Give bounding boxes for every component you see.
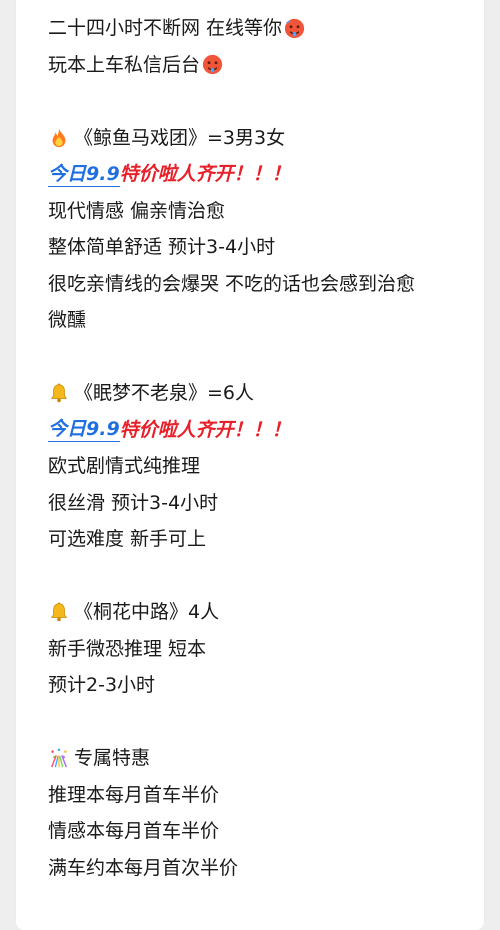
script1-promo-price: 今日9.9: [48, 162, 120, 187]
script3-title: 《桐花中路》4人: [74, 601, 220, 623]
script1-desc-3: 很吃亲情线的会爆哭 不吃的话也会感到治愈: [48, 272, 416, 295]
script2-desc-2: 很丝滑 预计3-4小时: [48, 491, 219, 514]
script2-desc-3: 可选难度 新手可上: [48, 528, 207, 550]
script3-desc-1: 新手微恐推理 短本: [48, 637, 207, 660]
script3-desc-2: 预计2-3小时: [48, 674, 156, 696]
confetti-icon: [50, 748, 68, 768]
script1-desc-1: 现代情感 偏亲情治愈: [48, 199, 226, 222]
script3-title-line: 《桐花中路》4人: [48, 594, 488, 631]
intro-line-1: 二十四小时不断网 在线等你: [48, 10, 488, 47]
hot-face-emoji-icon: [284, 18, 305, 38]
intro-line-2: 玩本上车私信后台: [48, 47, 488, 84]
script1-promo: 今日9.9 特价啦人齐开！！！: [48, 156, 488, 193]
script1-title-line: 《鲸鱼马戏团》=3男3女: [48, 120, 488, 157]
script2-promo-text: 特价啦人齐开！！！: [119, 418, 291, 441]
offers-title-line: 专属特惠: [48, 740, 488, 777]
offer-item-1: 推理本每月首车半价: [48, 783, 220, 806]
intro-text-2: 玩本上车私信后台: [48, 53, 201, 76]
fire-icon: [52, 128, 66, 147]
bell-icon: [50, 383, 68, 403]
script2-title-line: 《眠梦不老泉》=6人: [48, 375, 488, 412]
script1-title: 《鲸鱼马戏团》=3男3女: [74, 126, 286, 149]
bell-icon: [50, 602, 68, 622]
script1-desc-2: 整体简单舒适 预计3-4小时: [48, 236, 276, 258]
script2-title: 《眠梦不老泉》=6人: [74, 382, 255, 404]
intro-text-1: 二十四小时不断网 在线等你: [48, 17, 283, 39]
script2-promo-price: 今日9.9: [48, 418, 120, 443]
offers-title: 专属特惠: [74, 747, 151, 769]
script2-desc-1: 欧式剧情式纯推理: [48, 455, 201, 477]
offer-item-3: 满车约本每月首次半价: [48, 856, 239, 879]
script2-promo: 今日9.9 特价啦人齐开！！！: [48, 412, 488, 449]
script1-promo-text: 特价啦人齐开！！！: [119, 163, 291, 185]
post-content: 二十四小时不断网 在线等你 玩本上车私信后台 《鲸鱼马戏团》=3男3女 今日9.…: [48, 10, 488, 886]
offer-item-2: 情感本每月首车半价: [48, 820, 220, 842]
hot-face-emoji-icon: [202, 55, 223, 75]
script1-desc-4: 微醺: [48, 309, 87, 331]
